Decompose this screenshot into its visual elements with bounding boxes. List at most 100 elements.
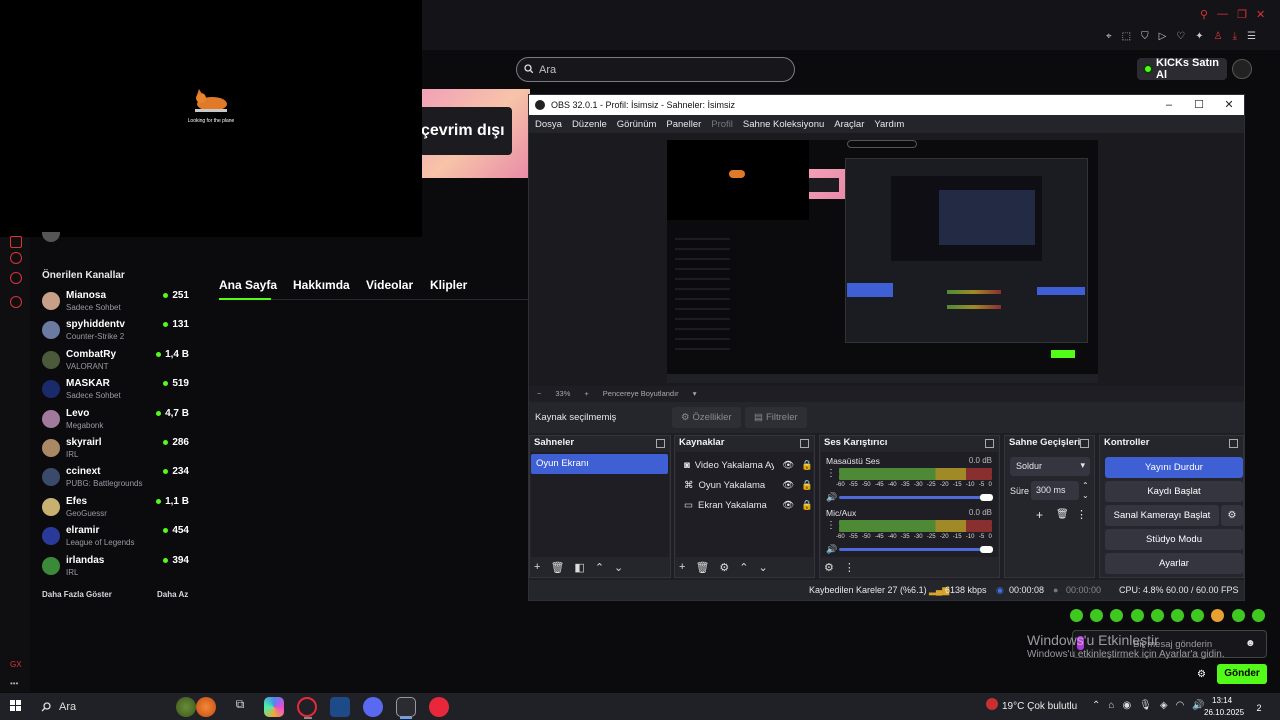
recommended-channel-item[interactable]: skyrairl IRL 286 [42, 437, 202, 466]
studio-mode-button[interactable]: Stüdyo Modu [1105, 529, 1243, 550]
show-less-link[interactable]: Daha Az [157, 590, 188, 599]
tab-about[interactable]: Hakkımda [293, 278, 350, 292]
copilot-icon[interactable] [264, 697, 284, 717]
emote-icon[interactable] [1130, 609, 1144, 622]
tab-clips[interactable]: Klipler [430, 278, 467, 292]
emote-icon[interactable] [1090, 609, 1104, 622]
lock-icon[interactable]: 🔒 [801, 480, 813, 491]
menu-tools[interactable]: Araçlar [834, 119, 864, 130]
rail-user-icon[interactable] [10, 272, 22, 284]
volume-slider-handle[interactable] [980, 546, 993, 553]
eye-icon[interactable]: 👁 [782, 480, 794, 491]
source-item[interactable]: ◙ Video Yakalama Ayg 👁 🔒 [676, 455, 813, 475]
menu-docks[interactable]: Paneller [666, 119, 701, 130]
trash-icon[interactable]: 🗑 [1056, 509, 1069, 520]
emote-icon[interactable] [1110, 609, 1124, 622]
gear-icon[interactable]: ⚙ [1197, 669, 1206, 680]
minimize-icon[interactable]: – [1162, 98, 1176, 112]
start-recording-button[interactable]: Kaydı Başlat [1105, 481, 1243, 502]
emote-icon[interactable] [1211, 609, 1225, 622]
windows-start-icon[interactable] [10, 700, 21, 711]
menu-file[interactable]: Dosya [535, 119, 562, 130]
app-icon[interactable] [429, 697, 449, 717]
recommended-channel-item[interactable]: MASKAR Sadece Sohbet 519 [42, 378, 202, 407]
chevron-down-icon[interactable]: ▾ [693, 389, 697, 398]
weather-widget[interactable]: 19°C Çok bulutlu [1002, 701, 1077, 712]
speaker-icon[interactable]: 🔊 [826, 544, 837, 555]
scene-item-oyun-ekrani[interactable]: Oyun Ekranı [531, 454, 668, 474]
eye-icon[interactable]: 👁 [782, 500, 794, 511]
gear-icon[interactable]: ⚙ [719, 561, 729, 574]
duration-input[interactable]: 300 ms [1031, 481, 1079, 500]
gx-icon[interactable]: GX [10, 660, 22, 669]
tray-app-icon[interactable]: ◈ [1160, 700, 1168, 711]
menu-help[interactable]: Yardım [874, 119, 904, 130]
volume-slider-handle[interactable] [980, 494, 993, 501]
recommended-channel-item[interactable]: spyhiddentv Counter-Strike 2 131 [42, 319, 202, 348]
source-item[interactable]: ⌘ Oyun Yakalama 👁 🔒 [676, 475, 813, 495]
gear-icon[interactable]: ⚙ [1221, 505, 1243, 526]
notification-count[interactable]: 2 [1251, 700, 1267, 716]
stepper-up-icon[interactable]: ⌃ [1082, 481, 1089, 490]
rail-settings-icon[interactable] [10, 296, 22, 308]
screenshot-icon[interactable]: ⬚ [1122, 31, 1131, 42]
weather-alert-icon[interactable] [986, 698, 998, 710]
volume-slider[interactable] [839, 548, 984, 551]
kebab-icon[interactable]: ⋮ [826, 520, 836, 531]
emote-icon[interactable] [1070, 609, 1083, 622]
emote-icon[interactable] [1191, 609, 1205, 622]
trash-icon[interactable]: 🗑 [550, 561, 564, 574]
obs-taskbar-icon[interactable] [396, 697, 416, 717]
network-icon[interactable]: ⌂ [1108, 700, 1114, 711]
restore-icon[interactable]: ❐ [1237, 8, 1247, 21]
close-icon[interactable]: ✕ [1222, 98, 1236, 112]
kebab-icon[interactable]: ⋮ [844, 561, 855, 574]
zoom-in-icon[interactable]: + [584, 389, 588, 398]
emote-icon[interactable] [1150, 609, 1164, 622]
microphone-icon[interactable]: 🎙 [1139, 700, 1152, 711]
menu-scene-collection[interactable]: Sahne Koleksiyonu [743, 119, 824, 130]
arrow-up-icon[interactable]: ⌃ [595, 561, 604, 574]
discord-icon[interactable] [363, 697, 383, 717]
recommended-channel-item[interactable]: ccinext PUBG: Battlegrounds 234 [42, 466, 202, 495]
shield-icon[interactable]: ⛉ [1141, 31, 1149, 42]
stop-streaming-button[interactable]: Yayını Durdur [1105, 457, 1243, 478]
obs-title-bar[interactable]: OBS 32.0.1 - Profil: İsimsiz - Sahneler:… [529, 95, 1244, 115]
emote-icon[interactable] [1171, 609, 1184, 622]
profile-icon[interactable]: ♙ [1214, 31, 1223, 42]
recommended-channel-item[interactable]: Efes GeoGuessr 1,1 B [42, 496, 202, 525]
pumpkin-icon[interactable] [196, 697, 216, 717]
opera-gx-icon[interactable] [297, 697, 317, 717]
search-icon[interactable]: ⚲ [1200, 8, 1208, 21]
kebab-icon[interactable]: ⋮ [1076, 508, 1087, 521]
recommended-channel-item[interactable]: irlandas IRL 394 [42, 555, 202, 584]
search-highlight-icon[interactable] [176, 697, 196, 717]
speaker-icon[interactable]: 🔊 [826, 492, 837, 503]
emote-icon[interactable] [1251, 609, 1265, 622]
add-icon[interactable]: + [534, 561, 540, 574]
maximize-icon[interactable]: ☐ [1192, 98, 1206, 112]
volume-slider[interactable] [839, 496, 984, 499]
menu-icon[interactable]: ☰ [1247, 31, 1256, 42]
show-more-link[interactable]: Daha Fazla Göster [42, 590, 112, 599]
add-icon[interactable]: + [679, 561, 685, 574]
rail-video-icon[interactable] [10, 236, 22, 248]
search-input[interactable]: Ara [516, 57, 795, 82]
recommended-channel-item[interactable]: Mianosa Sadece Sohbet 251 [42, 290, 202, 319]
extensions-icon[interactable]: ✦ [1195, 31, 1203, 42]
heart-icon[interactable]: ♡ [1176, 31, 1185, 42]
tray-app-icon[interactable]: ◉ [1122, 700, 1131, 711]
menu-edit[interactable]: Düzenle [572, 119, 607, 130]
kebab-icon[interactable]: ⋮ [826, 468, 836, 479]
emote-icon[interactable] [1231, 609, 1245, 622]
avatar[interactable] [1232, 59, 1252, 79]
add-icon[interactable]: + [1036, 508, 1043, 522]
chevron-up-icon[interactable]: ⌃ [1092, 700, 1100, 711]
tab-home[interactable]: Ana Sayfa [219, 278, 277, 292]
taskbar-time[interactable]: 13:14 [1212, 696, 1232, 705]
download-icon[interactable]: ⤓ [1233, 31, 1237, 42]
pin-icon[interactable]: ⌖ [1106, 31, 1112, 42]
zoom-out-icon[interactable]: − [537, 389, 541, 398]
minimize-icon[interactable]: — [1217, 8, 1228, 21]
volume-icon[interactable]: 🔊 [1192, 700, 1204, 711]
